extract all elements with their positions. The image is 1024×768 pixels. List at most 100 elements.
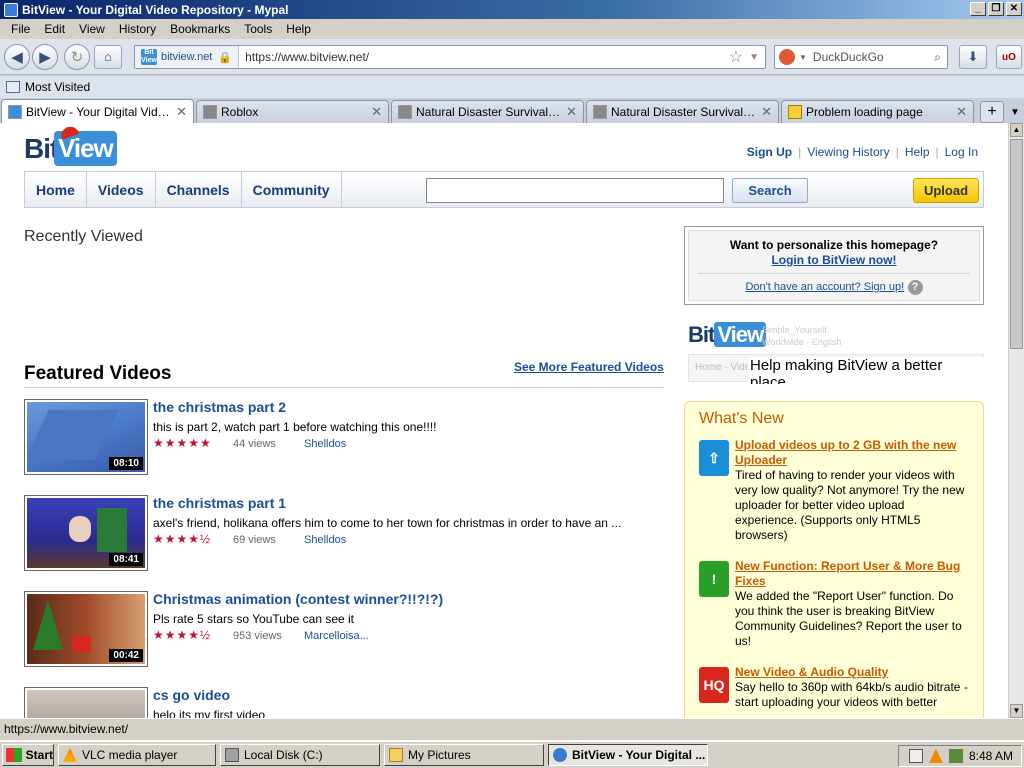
video-item: 08:41 the christmas part 1 axel's friend… xyxy=(24,495,664,571)
video-title-link[interactable]: cs go video xyxy=(153,687,230,703)
tab-natural-disaster-1[interactable]: Natural Disaster Survival Gue... ✕ xyxy=(391,100,584,123)
video-uploader-link[interactable]: Shelldos xyxy=(304,534,346,546)
sign-up-prompt-link[interactable]: Don't have an account? Sign up! xyxy=(745,281,904,293)
task-vlc[interactable]: VLC media player xyxy=(58,744,216,766)
close-tab-icon[interactable]: ✕ xyxy=(566,104,577,120)
account-links: Sign Up | Viewing History | Help | Log I… xyxy=(741,145,984,159)
task-bitview[interactable]: BitView - Your Digital ... xyxy=(548,744,708,766)
maximize-button[interactable]: ❐ xyxy=(988,2,1004,16)
tab-problem-loading[interactable]: Problem loading page ✕ xyxy=(781,100,974,123)
video-title-link[interactable]: the christmas part 2 xyxy=(153,399,286,415)
log-in-link[interactable]: Log In xyxy=(939,145,984,159)
most-visited-link[interactable]: Most Visited xyxy=(25,80,90,94)
menu-help[interactable]: Help xyxy=(279,22,318,36)
url-bar[interactable]: Bit View bitview.net 🔒 https://www.bitvie… xyxy=(134,45,766,69)
site-search-input[interactable] xyxy=(426,178,724,203)
see-more-featured-link[interactable]: See More Featured Videos xyxy=(514,360,664,374)
clock[interactable]: 8:48 AM xyxy=(969,749,1013,763)
vlc-tray-icon[interactable] xyxy=(928,749,943,763)
recently-viewed-heading: Recently Viewed xyxy=(24,228,143,245)
site-search-button[interactable]: Search xyxy=(732,178,808,203)
search-icon[interactable]: ⌕ xyxy=(934,50,941,65)
task-my-pictures[interactable]: My Pictures xyxy=(384,744,544,766)
duckduckgo-icon[interactable] xyxy=(779,49,795,65)
menu-history[interactable]: History xyxy=(112,22,163,36)
url-text[interactable]: https://www.bitview.net/ xyxy=(239,50,729,64)
divider xyxy=(699,273,969,274)
tab-roblox[interactable]: Roblox ✕ xyxy=(196,100,389,123)
video-uploader-link[interactable]: Shelldos xyxy=(304,438,346,450)
tab-bitview[interactable]: BitView - Your Digital Video R... ✕ xyxy=(1,99,194,123)
close-tab-icon[interactable]: ✕ xyxy=(956,104,967,120)
viewing-history-link[interactable]: Viewing History xyxy=(801,145,895,159)
home-button[interactable]: ⌂ xyxy=(94,44,122,69)
video-title-link[interactable]: the christmas part 1 xyxy=(153,495,286,511)
video-views: 953 views xyxy=(233,630,282,642)
url-dropdown-icon[interactable]: ▼ xyxy=(749,52,759,63)
scroll-up-arrow[interactable]: ▲ xyxy=(1010,123,1023,137)
promo-faded-line-2: Worldwide · English xyxy=(762,337,842,347)
new-tab-button[interactable]: + xyxy=(980,101,1004,123)
sign-up-link[interactable]: Sign Up xyxy=(741,145,798,159)
video-thumbnail[interactable] xyxy=(24,687,148,718)
vertical-scrollbar[interactable]: ▲ ▼ xyxy=(1008,123,1024,718)
start-button[interactable]: Start xyxy=(2,744,54,766)
menu-file[interactable]: File xyxy=(4,22,37,36)
promo-faded-text: Simple_Yourself Worldwide · English xyxy=(762,324,841,348)
bitview-logo[interactable]: Bit View xyxy=(24,124,117,171)
site-navigation: Home Videos Channels Community Search Up… xyxy=(24,171,984,208)
back-button[interactable]: ◀ xyxy=(4,43,30,70)
video-thumbnail[interactable]: 08:10 xyxy=(24,399,148,475)
promo-banner[interactable]: Bit View Simple_Yourself Worldwide · Engli… xyxy=(686,316,984,384)
help-question-icon[interactable]: ? xyxy=(907,280,923,295)
nav-home[interactable]: Home xyxy=(25,172,87,207)
login-now-link[interactable]: Login to BitView now! xyxy=(689,253,979,267)
taskbar: Start VLC media player Local Disk (C:) M… xyxy=(0,740,1024,768)
reload-button[interactable]: ↻ xyxy=(64,43,90,70)
video-uploader-link[interactable]: Marcelloisa... xyxy=(304,630,369,642)
news-item-link[interactable]: Upload videos up to 2 GB with the new Up… xyxy=(735,438,969,468)
tab-list-icon[interactable]: ▼ xyxy=(1010,107,1020,123)
bookmark-star-icon[interactable]: ☆ xyxy=(729,47,743,67)
downloads-button[interactable]: ⬇ xyxy=(959,45,987,69)
menu-bookmarks[interactable]: Bookmarks xyxy=(163,22,237,36)
news-item-link[interactable]: New Video & Audio Quality xyxy=(735,665,969,680)
upload-icon: ⇧ xyxy=(699,440,729,476)
keyboard-icon[interactable] xyxy=(908,749,923,763)
video-thumbnail[interactable]: 08:41 xyxy=(24,495,148,571)
nav-channels[interactable]: Channels xyxy=(156,172,242,207)
close-tab-icon[interactable]: ✕ xyxy=(176,104,187,120)
task-local-disk[interactable]: Local Disk (C:) xyxy=(220,744,380,766)
site-identity[interactable]: Bit View bitview.net 🔒 xyxy=(135,46,240,68)
minimize-button[interactable]: _ xyxy=(970,2,986,16)
ublock-button[interactable]: uO xyxy=(996,45,1022,69)
network-icon[interactable] xyxy=(948,749,963,763)
search-engine-dropdown-icon[interactable]: ▼ xyxy=(799,53,807,62)
web-search-box[interactable]: ▼ DuckDuckGo ⌕ xyxy=(774,45,948,69)
menu-view[interactable]: View xyxy=(72,22,112,36)
menu-tools[interactable]: Tools xyxy=(237,22,279,36)
upload-button[interactable]: Upload xyxy=(913,178,979,203)
news-item-link[interactable]: New Function: Report User & More Bug Fix… xyxy=(735,559,969,589)
menu-edit[interactable]: Edit xyxy=(37,22,72,36)
close-tab-icon[interactable]: ✕ xyxy=(371,104,382,120)
system-tray: 8:48 AM xyxy=(898,745,1022,767)
news-item-body: We added the "Report User" function. Do … xyxy=(735,589,962,648)
nav-videos[interactable]: Videos xyxy=(87,172,156,207)
warning-icon: ! xyxy=(699,561,729,597)
close-button[interactable]: ✕ xyxy=(1006,2,1022,16)
scrollbar-thumb[interactable] xyxy=(1010,139,1023,349)
video-rating-stars: ★★★★½ xyxy=(153,628,212,642)
video-title-link[interactable]: Christmas animation (contest winner?!!?!… xyxy=(153,591,443,607)
help-link[interactable]: Help xyxy=(899,145,936,159)
nav-community[interactable]: Community xyxy=(242,172,342,207)
scroll-down-arrow[interactable]: ▼ xyxy=(1010,704,1023,718)
warning-tab-icon xyxy=(788,105,802,119)
tab-label: BitView - Your Digital Video R... xyxy=(26,104,172,119)
forward-button[interactable]: ▶ xyxy=(32,43,58,70)
reload-icon: ↻ xyxy=(70,48,84,66)
tab-natural-disaster-2[interactable]: Natural Disaster Survival Gue... ✕ xyxy=(586,100,779,123)
news-item: ! New Function: Report User & More Bug F… xyxy=(699,559,969,649)
close-tab-icon[interactable]: ✕ xyxy=(761,104,772,120)
video-thumbnail[interactable]: 00:42 xyxy=(24,591,148,667)
